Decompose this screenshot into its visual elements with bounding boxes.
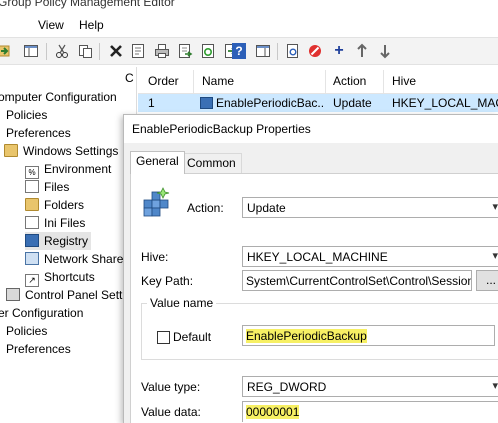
col-action[interactable]: Action <box>333 74 366 88</box>
search-icon[interactable] <box>284 42 302 60</box>
tree-user-policies[interactable]: Policies <box>6 322 47 340</box>
properties-dialog: EnablePeriodicBackup Properties General … <box>123 114 498 423</box>
tree-control-panel-settings[interactable]: Control Panel Setti <box>6 286 125 304</box>
console-tree: omputer Configuration Policies Preferenc… <box>0 67 137 423</box>
folders-icon <box>25 198 39 211</box>
value-name-field[interactable]: EnablePeriodicBackup <box>242 325 495 346</box>
window-title-bar: Group Policy Management Editor <box>0 0 498 12</box>
browse-key-path-button[interactable]: ... <box>476 270 498 291</box>
network-shares-icon <box>25 252 39 265</box>
hive-select[interactable]: HKEY_LOCAL_MACHINE ▾ <box>242 246 498 267</box>
tree-ini-files[interactable]: Ini Files <box>25 214 85 232</box>
control-panel-icon <box>6 288 20 301</box>
dialog-title-bar: EnablePeriodicBackup Properties <box>124 115 498 143</box>
refresh-icon[interactable] <box>199 42 217 60</box>
action-select[interactable]: Update ▾ <box>242 197 498 218</box>
row-name: EnablePeriodicBac... <box>200 96 324 110</box>
tree-user-configuration[interactable]: er Configuration <box>0 304 83 322</box>
row-hive: HKEY_LOCAL_MAC... <box>392 96 498 110</box>
table-row[interactable]: 1 EnablePeriodicBac... Update HKEY_LOCAL… <box>138 94 498 112</box>
tree-registry[interactable]: Registry <box>25 232 92 250</box>
registry-item-icon <box>200 97 213 109</box>
tree-user-preferences[interactable]: Preferences <box>6 340 71 358</box>
show-hide-tree-icon[interactable] <box>22 42 40 60</box>
partial-column-header: C <box>125 71 134 85</box>
dialog-title: EnablePeriodicBackup Properties <box>132 122 311 136</box>
value-type-label: Value type: <box>141 380 201 394</box>
chevron-down-icon: ▾ <box>492 250 498 262</box>
action-pane-icon[interactable] <box>254 42 272 60</box>
properties-icon[interactable] <box>129 42 147 60</box>
up-icon[interactable] <box>353 42 371 60</box>
tree-shortcuts[interactable]: ↗ Shortcuts <box>25 268 95 287</box>
key-path-label: Key Path: <box>141 274 194 288</box>
toolbar: ? + <box>0 37 498 65</box>
folder-icon <box>4 144 18 157</box>
tree-folders[interactable]: Folders <box>25 196 84 214</box>
value-data-field[interactable]: 00000001 <box>242 401 498 422</box>
default-checkbox[interactable] <box>157 331 170 344</box>
files-icon <box>25 180 39 193</box>
add-icon[interactable]: + <box>330 42 348 60</box>
details-list: C Order Name Action Hive 1 EnablePeriodi… <box>125 67 498 117</box>
value-data-label: Value data: <box>141 405 201 419</box>
tree-preferences[interactable]: Preferences <box>6 124 71 142</box>
window-title: Group Policy Management Editor <box>0 0 175 9</box>
row-action: Update <box>333 96 372 110</box>
list-header: Order Name Action Hive <box>138 70 498 94</box>
key-path-field[interactable]: System\CurrentControlSet\Control\Session… <box>242 270 472 291</box>
ini-files-icon <box>25 216 39 229</box>
down-icon[interactable] <box>376 42 394 60</box>
general-tab-panel: Action: Update ▾ Hive: HKEY_LOCAL_MACHIN… <box>130 173 498 423</box>
print-icon[interactable] <box>153 42 171 60</box>
delete-icon[interactable] <box>107 42 125 60</box>
tree-environment[interactable]: % Environment <box>25 160 111 179</box>
tree-policies[interactable]: Policies <box>6 106 47 124</box>
registry-icon <box>25 234 39 247</box>
tab-common[interactable]: Common <box>181 153 242 174</box>
menu-help[interactable]: Help <box>79 18 104 32</box>
col-hive[interactable]: Hive <box>392 74 416 88</box>
tree-windows-settings[interactable]: Windows Settings <box>4 142 118 160</box>
col-name[interactable]: Name <box>202 74 234 88</box>
tree-network-shares[interactable]: Network Share <box>25 250 123 268</box>
action-label: Action: <box>187 201 224 215</box>
value-type-select[interactable]: REG_DWORD ▾ <box>242 376 498 397</box>
cut-icon[interactable] <box>53 42 71 60</box>
tab-general[interactable]: General <box>130 151 185 174</box>
tree-computer-configuration[interactable]: omputer Configuration <box>0 88 117 106</box>
row-order: 1 <box>148 96 155 110</box>
col-order[interactable]: Order <box>148 74 179 88</box>
hive-label: Hive: <box>141 250 169 264</box>
copy-icon[interactable] <box>76 42 94 60</box>
menu-view[interactable]: View <box>38 18 64 32</box>
value-name-group-label: Value name <box>147 296 217 310</box>
chevron-down-icon: ▾ <box>492 380 498 392</box>
registry-action-icon <box>143 187 170 217</box>
chevron-down-icon: ▾ <box>492 201 498 213</box>
tree-files[interactable]: Files <box>25 178 69 196</box>
forward-icon[interactable] <box>0 42 12 60</box>
menu-bar: View Help <box>0 14 498 36</box>
export-icon[interactable] <box>176 42 194 60</box>
stop-icon[interactable] <box>306 42 324 60</box>
help-icon[interactable]: ? <box>232 43 246 59</box>
default-label: Default <box>173 330 212 344</box>
